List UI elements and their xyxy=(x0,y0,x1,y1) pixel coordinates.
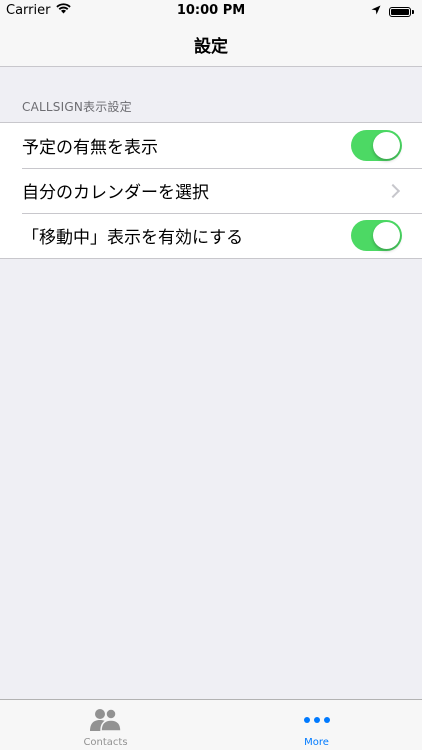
settings-row-select-calendar[interactable]: 自分のカレンダーを選択 xyxy=(0,168,422,213)
page-title: 設定 xyxy=(194,36,228,57)
dot xyxy=(303,717,310,723)
contacts-icon xyxy=(88,705,124,735)
status-right xyxy=(371,4,414,19)
more-icon xyxy=(303,705,330,735)
section-header: CALLSIGN表示設定 xyxy=(22,100,132,114)
status-bar: Carrier 10:00 PM xyxy=(0,0,422,22)
battery-icon xyxy=(389,6,411,17)
navigation-bar: 設定 xyxy=(0,22,422,67)
status-time: 10:00 PM xyxy=(176,3,246,18)
show-schedule-toggle[interactable] xyxy=(351,130,402,161)
chevron-right-icon xyxy=(385,183,401,198)
row-label: 自分のカレンダーを選択 xyxy=(22,183,209,203)
tab-bar: Contacts More xyxy=(0,699,422,750)
toggle-knob xyxy=(373,222,400,249)
row-label: 予定の有無を表示 xyxy=(22,138,158,158)
battery-fill xyxy=(391,8,409,15)
settings-row-show-schedule[interactable]: 予定の有無を表示 xyxy=(0,123,422,168)
settings-table: 予定の有無を表示 自分のカレンダーを選択 「移動中」表示を有効にする xyxy=(0,122,422,259)
dot xyxy=(323,717,330,723)
tab-label: Contacts xyxy=(83,737,128,748)
dot xyxy=(313,717,320,723)
settings-row-in-transit[interactable]: 「移動中」表示を有効にする xyxy=(0,213,422,258)
tab-contacts[interactable]: Contacts xyxy=(0,700,211,750)
battery-cap xyxy=(412,9,414,14)
row-label: 「移動中」表示を有効にする xyxy=(22,228,244,248)
location-arrow-icon xyxy=(371,4,381,19)
toggle-knob xyxy=(373,132,400,159)
in-transit-toggle[interactable] xyxy=(351,220,402,251)
tab-more[interactable]: More xyxy=(211,700,422,750)
tab-label: More xyxy=(304,737,329,748)
